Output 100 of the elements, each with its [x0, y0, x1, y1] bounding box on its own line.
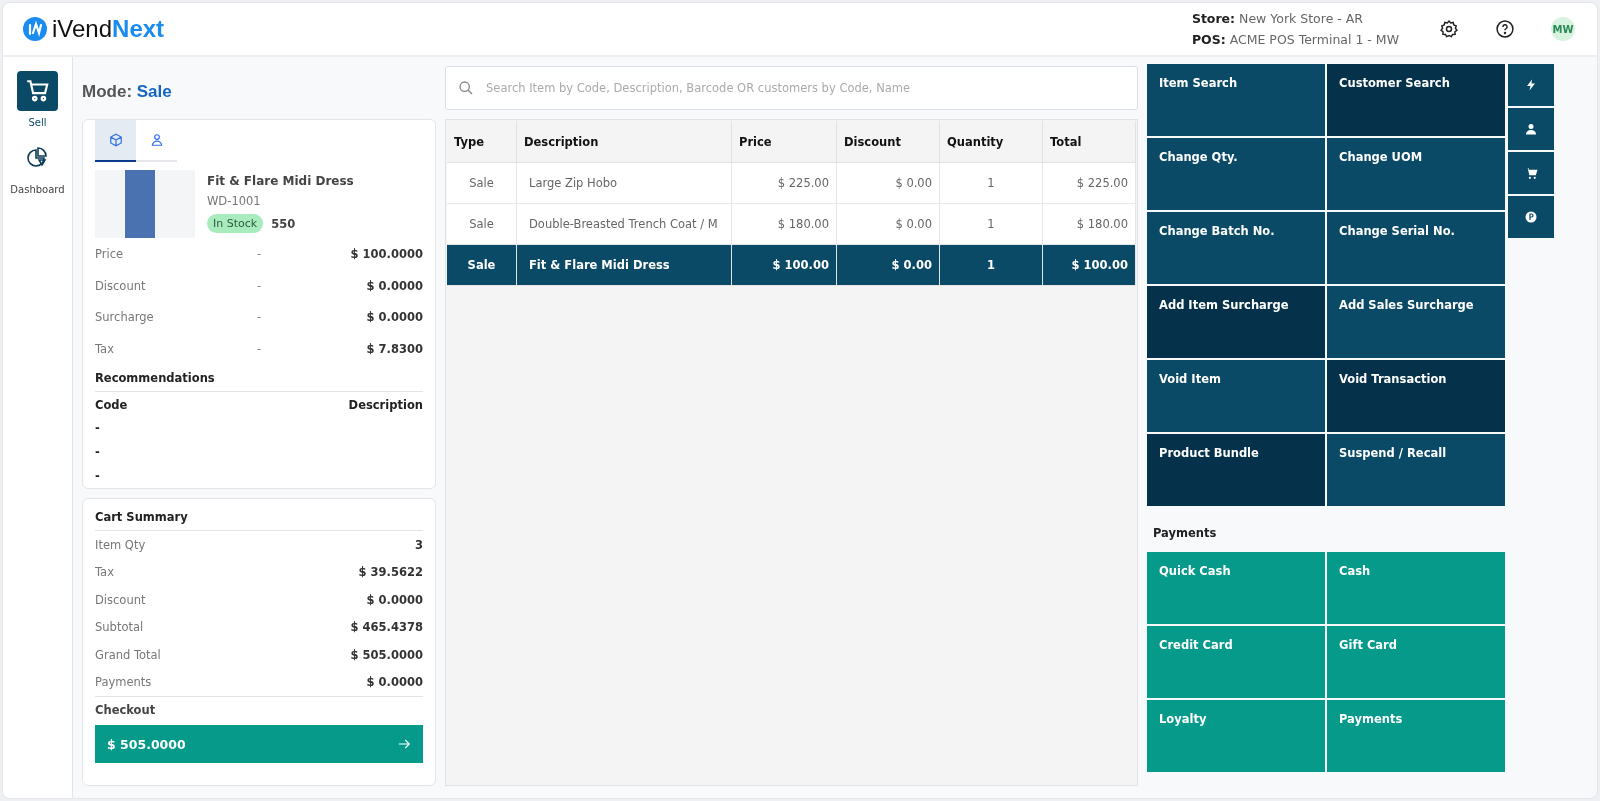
- table-cell: $ 0.00: [836, 162, 940, 204]
- action-tile[interactable]: Product Bundle: [1147, 434, 1325, 506]
- payment-tile[interactable]: Gift Card: [1327, 626, 1505, 698]
- checkout-label: Checkout: [95, 696, 423, 723]
- summary-label: Discount: [95, 592, 146, 607]
- detail-separator: -: [255, 278, 263, 293]
- search-box[interactable]: Search Item by Code, Description, Barcode OR customers by Code, Name: [445, 66, 1138, 110]
- detail-label: Discount: [95, 278, 147, 293]
- table-cell: $ 180.00: [1042, 203, 1136, 245]
- table-cell: 1: [939, 162, 1043, 204]
- cart-row[interactable]: Sale Double-Breasted Trench Coat / M $ 180.00 $ 0.00 1 $ 180.00: [447, 203, 1136, 245]
- lightning-icon: [1525, 79, 1537, 91]
- summary-value: $ 465.4378: [350, 620, 423, 635]
- column-header: Description: [348, 398, 423, 412]
- table-cell: $ 225.00: [731, 162, 837, 204]
- detail-label: Price: [95, 246, 125, 261]
- nav-label: Dashboard: [10, 184, 65, 195]
- logo-text: iVendNext: [52, 15, 165, 43]
- summary-label: Subtotal: [95, 620, 144, 635]
- recommendation-code: -: [95, 468, 101, 485]
- payment-tile[interactable]: Quick Cash: [1147, 552, 1325, 624]
- action-tile[interactable]: Change Serial No.: [1327, 212, 1505, 284]
- summary-label: Payments: [95, 675, 152, 690]
- table-cell: $ 100.00: [1042, 244, 1136, 286]
- summary-label: Grand Total: [95, 647, 161, 662]
- column-header: Discount: [836, 121, 940, 163]
- table-cell: Sale: [447, 244, 517, 286]
- user-avatar[interactable]: MW: [1551, 17, 1575, 41]
- detail-separator: -: [255, 342, 263, 357]
- action-tile[interactable]: Item Search: [1147, 64, 1325, 136]
- action-tile[interactable]: Add Sales Surcharge: [1327, 286, 1505, 358]
- detail-value: $ 7.8300: [365, 342, 423, 357]
- table-cell: Double-Breasted Trench Coat / M: [516, 203, 732, 245]
- table-cell: $ 100.00: [731, 244, 837, 286]
- table-cell: $ 0.00: [836, 203, 940, 245]
- cart-summary-title: Cart Summary: [95, 507, 423, 531]
- column-header: Code: [95, 398, 128, 412]
- settings-icon[interactable]: [1439, 19, 1459, 39]
- help-icon[interactable]: [1495, 19, 1515, 39]
- column-header: Type: [447, 121, 517, 163]
- detail-separator: -: [255, 310, 263, 325]
- detail-separator: -: [255, 246, 263, 261]
- detail-value: $ 0.0000: [365, 278, 423, 293]
- action-tile[interactable]: Change Qty.: [1147, 138, 1325, 210]
- column-header: Quantity: [939, 121, 1043, 163]
- user-icon: [1525, 123, 1537, 135]
- summary-value: $ 39.5622: [358, 565, 423, 580]
- box-icon: [108, 133, 123, 147]
- summary-value: $ 0.0000: [366, 592, 423, 607]
- recommendations-title: Recommendations: [95, 365, 423, 392]
- cart-row[interactable]: Sale Fit & Flare Midi Dress $ 100.00 $ 0.00 1 $ 100.00: [447, 244, 1136, 286]
- cart-row[interactable]: Sale Large Zip Hobo $ 225.00 $ 0.00 1 $ 225.00: [447, 162, 1136, 204]
- store-text: Store: New York Store - AR: [1191, 11, 1364, 26]
- stock-quantity: 550: [271, 216, 296, 231]
- table-cell: 1: [939, 203, 1043, 245]
- logo-icon: [23, 17, 47, 41]
- mode-title: Mode: Sale: [82, 82, 173, 102]
- payments-title: Payments: [1153, 526, 1218, 540]
- summary-value: $ 505.0000: [350, 647, 423, 662]
- payment-tile[interactable]: Credit Card: [1147, 626, 1325, 698]
- table-cell: $ 180.00: [731, 203, 837, 245]
- table-cell: 1: [939, 244, 1043, 286]
- action-tile[interactable]: Void Item: [1147, 360, 1325, 432]
- summary-label: Tax: [95, 565, 114, 580]
- table-cell: Sale: [447, 203, 517, 245]
- sell-nav-button[interactable]: [17, 71, 58, 111]
- product-tab[interactable]: [95, 120, 136, 162]
- column-header: Price: [731, 121, 837, 163]
- product-name: Fit & Flare Midi Dress: [207, 174, 354, 188]
- detail-value: $ 0.0000: [365, 310, 423, 325]
- payment-tile[interactable]: Loyalty: [1147, 700, 1325, 772]
- recommendation-code: -: [95, 420, 101, 437]
- column-header: Description: [516, 121, 732, 163]
- product-code: WD-1001: [207, 194, 262, 208]
- detail-label: Tax: [95, 342, 115, 357]
- pie-chart-icon: [25, 146, 50, 170]
- action-tile[interactable]: Suspend / Recall: [1327, 434, 1505, 506]
- action-tile[interactable]: Add Item Surcharge: [1147, 286, 1325, 358]
- table-cell: $ 0.00: [836, 244, 940, 286]
- pos-text: POS: ACME POS Terminal 1 - MW: [1191, 32, 1399, 47]
- coin-icon: [1525, 211, 1537, 223]
- detail-value: $ 100.0000: [349, 246, 423, 261]
- payment-tile[interactable]: Cash: [1327, 552, 1505, 624]
- quick-action-button[interactable]: [1508, 108, 1554, 150]
- recommendation-code: -: [95, 444, 101, 461]
- action-tile[interactable]: Change Batch No.: [1147, 212, 1325, 284]
- stock-badge: In Stock: [207, 214, 264, 233]
- payment-tile[interactable]: Payments: [1327, 700, 1505, 772]
- table-cell: Large Zip Hobo: [516, 162, 732, 204]
- action-tile[interactable]: Change UOM: [1327, 138, 1505, 210]
- action-tile[interactable]: Customer Search: [1327, 64, 1505, 136]
- quick-action-button[interactable]: [1508, 152, 1554, 194]
- quick-action-button[interactable]: [1508, 196, 1554, 238]
- nav-label: Sell: [28, 117, 47, 128]
- search-icon: [458, 80, 474, 96]
- search-field[interactable]: Search Item by Code, Description, Barcode OR customers by Code, Name: [484, 80, 1125, 96]
- user-icon: [149, 133, 164, 147]
- checkout-button[interactable]: $ 505.0000: [95, 725, 423, 763]
- summary-label: Item Qty: [95, 537, 146, 552]
- action-tile[interactable]: Void Transaction: [1327, 360, 1505, 432]
